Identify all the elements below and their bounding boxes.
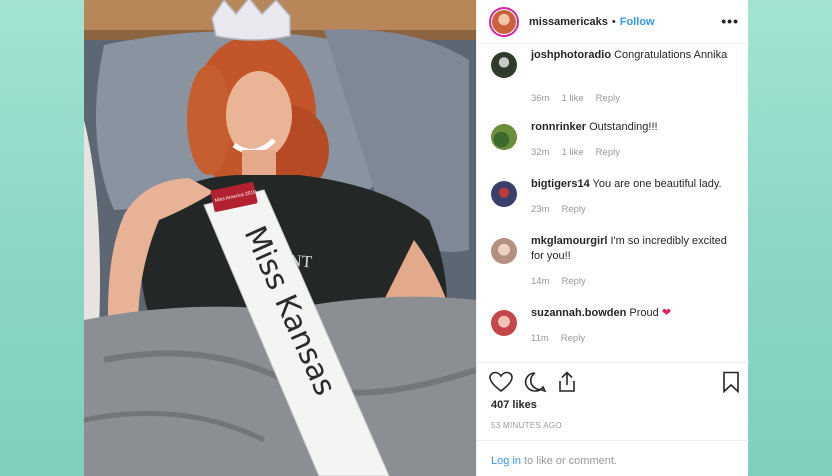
- comment-meta: 36m 1 like Reply: [531, 93, 632, 104]
- separator-dot: •: [611, 15, 616, 28]
- comment-text-block: joshphotoradio Congratulations Annika: [531, 48, 739, 63]
- comment-text: Outstanding!!!: [589, 121, 658, 133]
- photo-illustration: PAGEANT Miss Kansas Miss America 2019: [84, 0, 476, 476]
- comment-icon[interactable]: [523, 371, 547, 393]
- background-left: [0, 0, 84, 476]
- comment-avatar[interactable]: [491, 52, 517, 78]
- comment-username[interactable]: suzannah.bowden: [531, 307, 626, 319]
- login-prompt-text: to like or comment.: [520, 455, 617, 467]
- profile-avatar[interactable]: [489, 6, 519, 37]
- comment-meta: 11m Reply: [531, 333, 597, 344]
- comment-username[interactable]: mkglamourgirl: [531, 235, 607, 247]
- comment-text-block: bigtigers14 You are one beautiful lady.: [531, 177, 739, 192]
- comment-username[interactable]: bigtigers14: [531, 178, 590, 190]
- heart-icon[interactable]: [489, 371, 513, 393]
- comment-meta: 32m 1 like Reply: [531, 147, 632, 158]
- comment-likes[interactable]: 1 like: [561, 147, 583, 158]
- more-options-icon[interactable]: •••: [721, 13, 739, 29]
- post-timestamp: 53 MINUTES AGO: [491, 421, 562, 430]
- comment-text: Congratulations Annika: [614, 49, 728, 61]
- reply-button[interactable]: Reply: [561, 276, 585, 287]
- reply-button[interactable]: Reply: [561, 333, 585, 344]
- comment-time: 36m: [531, 93, 550, 104]
- reply-button[interactable]: Reply: [596, 93, 620, 104]
- post-panel: missamericaks • Follow ••• joshphotoradi…: [476, 0, 749, 476]
- comment-meta: 14m Reply: [531, 276, 598, 287]
- username-link[interactable]: missamericaks: [529, 16, 608, 28]
- comment-text-block: mkglamourgirl I'm so incredibly excited …: [531, 234, 739, 264]
- comment-time: 23m: [531, 204, 550, 215]
- red-heart-emoji: ❤: [661, 307, 672, 319]
- comment-text: You are one beautiful lady.: [592, 178, 722, 190]
- comment-username[interactable]: joshphotoradio: [531, 49, 611, 61]
- comment-meta: 23m Reply: [531, 204, 598, 215]
- background-right: [748, 0, 832, 476]
- comment-time: 11m: [531, 333, 549, 344]
- post-photo[interactable]: PAGEANT Miss Kansas Miss America 2019: [84, 0, 476, 476]
- comment-text-block: ronnrinker Outstanding!!!: [531, 120, 739, 135]
- follow-button[interactable]: Follow: [620, 16, 655, 28]
- bookmark-icon[interactable]: [719, 371, 743, 393]
- comment-username[interactable]: ronnrinker: [531, 121, 586, 133]
- comment-list[interactable]: joshphotoradio Congratulations Annika 36…: [477, 44, 749, 362]
- comment-text: Proud: [629, 307, 659, 319]
- comment-text-block: suzannah.bowden Proud ❤: [531, 306, 739, 321]
- comment-likes[interactable]: 1 like: [561, 93, 583, 104]
- login-link[interactable]: Log in: [491, 455, 521, 467]
- like-count[interactable]: 407 likes: [491, 399, 537, 411]
- comment-avatar[interactable]: [491, 124, 517, 150]
- post-header: missamericaks • Follow •••: [477, 0, 749, 44]
- login-prompt: Log in to like or comment.: [477, 440, 749, 476]
- comment-avatar[interactable]: [491, 238, 517, 264]
- comment-time: 14m: [531, 276, 550, 287]
- comment-avatar[interactable]: [491, 181, 517, 207]
- share-icon[interactable]: [555, 371, 579, 393]
- reply-button[interactable]: Reply: [596, 147, 620, 158]
- reply-button[interactable]: Reply: [561, 204, 585, 215]
- comment-time: 32m: [531, 147, 550, 158]
- action-bar: [477, 362, 749, 398]
- comment-avatar[interactable]: [491, 310, 517, 336]
